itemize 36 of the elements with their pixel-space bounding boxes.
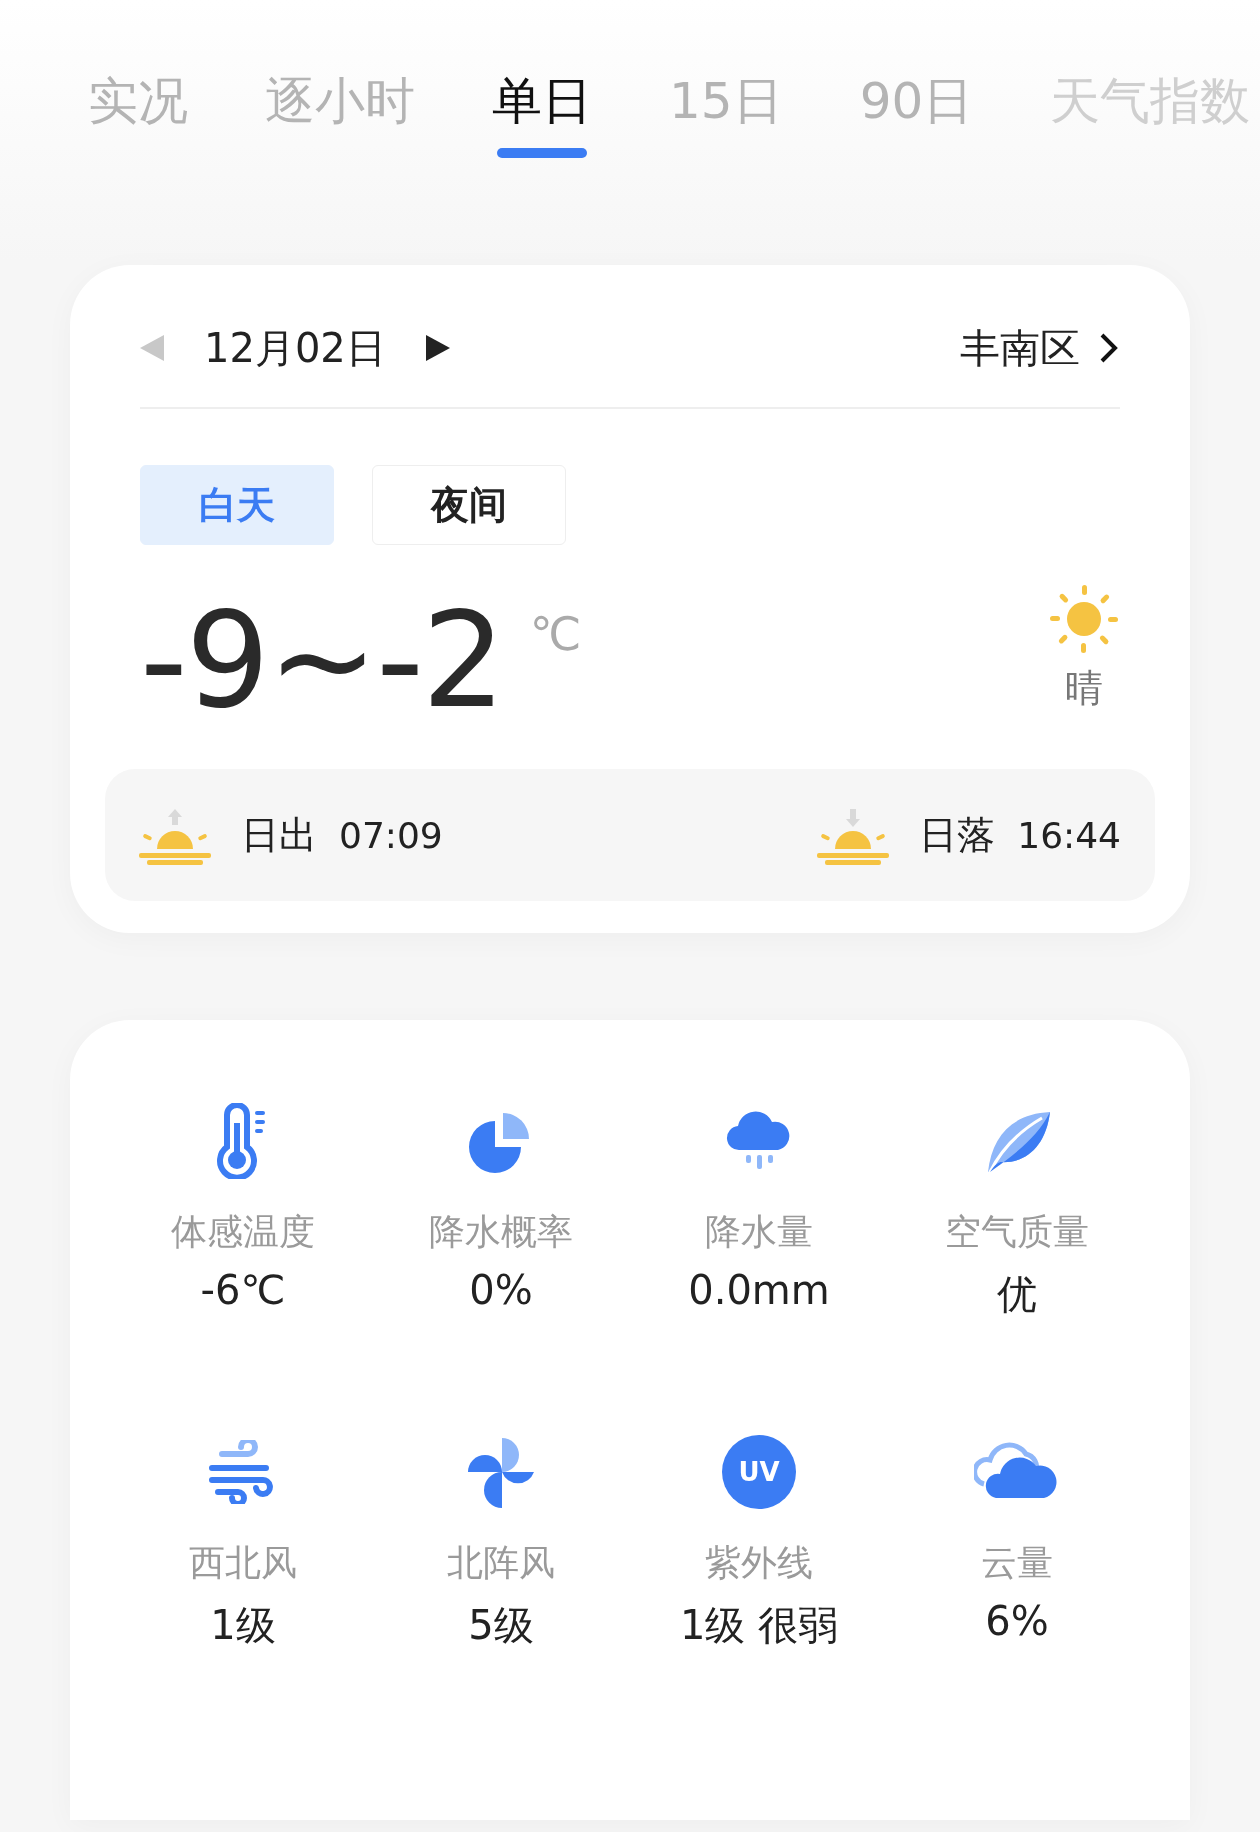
period-tab[interactable]: 白天 xyxy=(140,465,334,545)
tab[interactable]: 逐小时 xyxy=(265,70,415,132)
sun-icon xyxy=(1048,583,1120,655)
detail-label: 体感温度 xyxy=(171,1210,315,1254)
detail-value: 0.0mm xyxy=(688,1267,830,1313)
detail-label: 降水量 xyxy=(705,1210,813,1254)
detail-value: 6% xyxy=(985,1598,1049,1644)
tab[interactable]: 单日 xyxy=(492,70,592,132)
detail-label: 北阵风 xyxy=(447,1541,555,1585)
temperature-range: -9~-2 xyxy=(140,585,504,735)
tab[interactable]: 实况 xyxy=(88,70,188,132)
detail-label: 紫外线 xyxy=(705,1541,813,1585)
detail-value: -6℃ xyxy=(200,1267,286,1313)
detail-value: 5级 xyxy=(468,1601,534,1650)
detail-label: 空气质量 xyxy=(945,1210,1089,1254)
detail-label: 云量 xyxy=(981,1541,1053,1585)
tab[interactable]: 90日 xyxy=(859,70,974,132)
detail-value: 1级 很弱 xyxy=(679,1601,839,1650)
detail-value: 优 xyxy=(997,1270,1037,1319)
period-tab[interactable]: 夜间 xyxy=(372,465,566,545)
sunset-label: 日落 xyxy=(919,811,996,859)
detail-label: 西北风 xyxy=(189,1541,297,1585)
weather-condition: 晴 xyxy=(1065,665,1103,712)
sunrise-time: 07:09 xyxy=(339,814,443,856)
location-link[interactable]: 丰南区 xyxy=(960,320,1120,376)
sunrise-label: 日出 xyxy=(241,811,317,859)
sunset-time: 16:44 xyxy=(1017,814,1121,856)
detail-value: 0% xyxy=(469,1267,533,1313)
next-day-icon[interactable] xyxy=(425,335,450,361)
date-label: 12月02日 xyxy=(204,323,386,373)
detail-label: 降水概率 xyxy=(429,1210,573,1254)
uv-badge: UV xyxy=(722,1435,796,1509)
detail-value: 1级 xyxy=(210,1601,276,1650)
chevron-icon xyxy=(1098,331,1120,365)
tab[interactable]: 15日 xyxy=(669,70,783,132)
temperature-unit: ℃ xyxy=(529,607,582,661)
